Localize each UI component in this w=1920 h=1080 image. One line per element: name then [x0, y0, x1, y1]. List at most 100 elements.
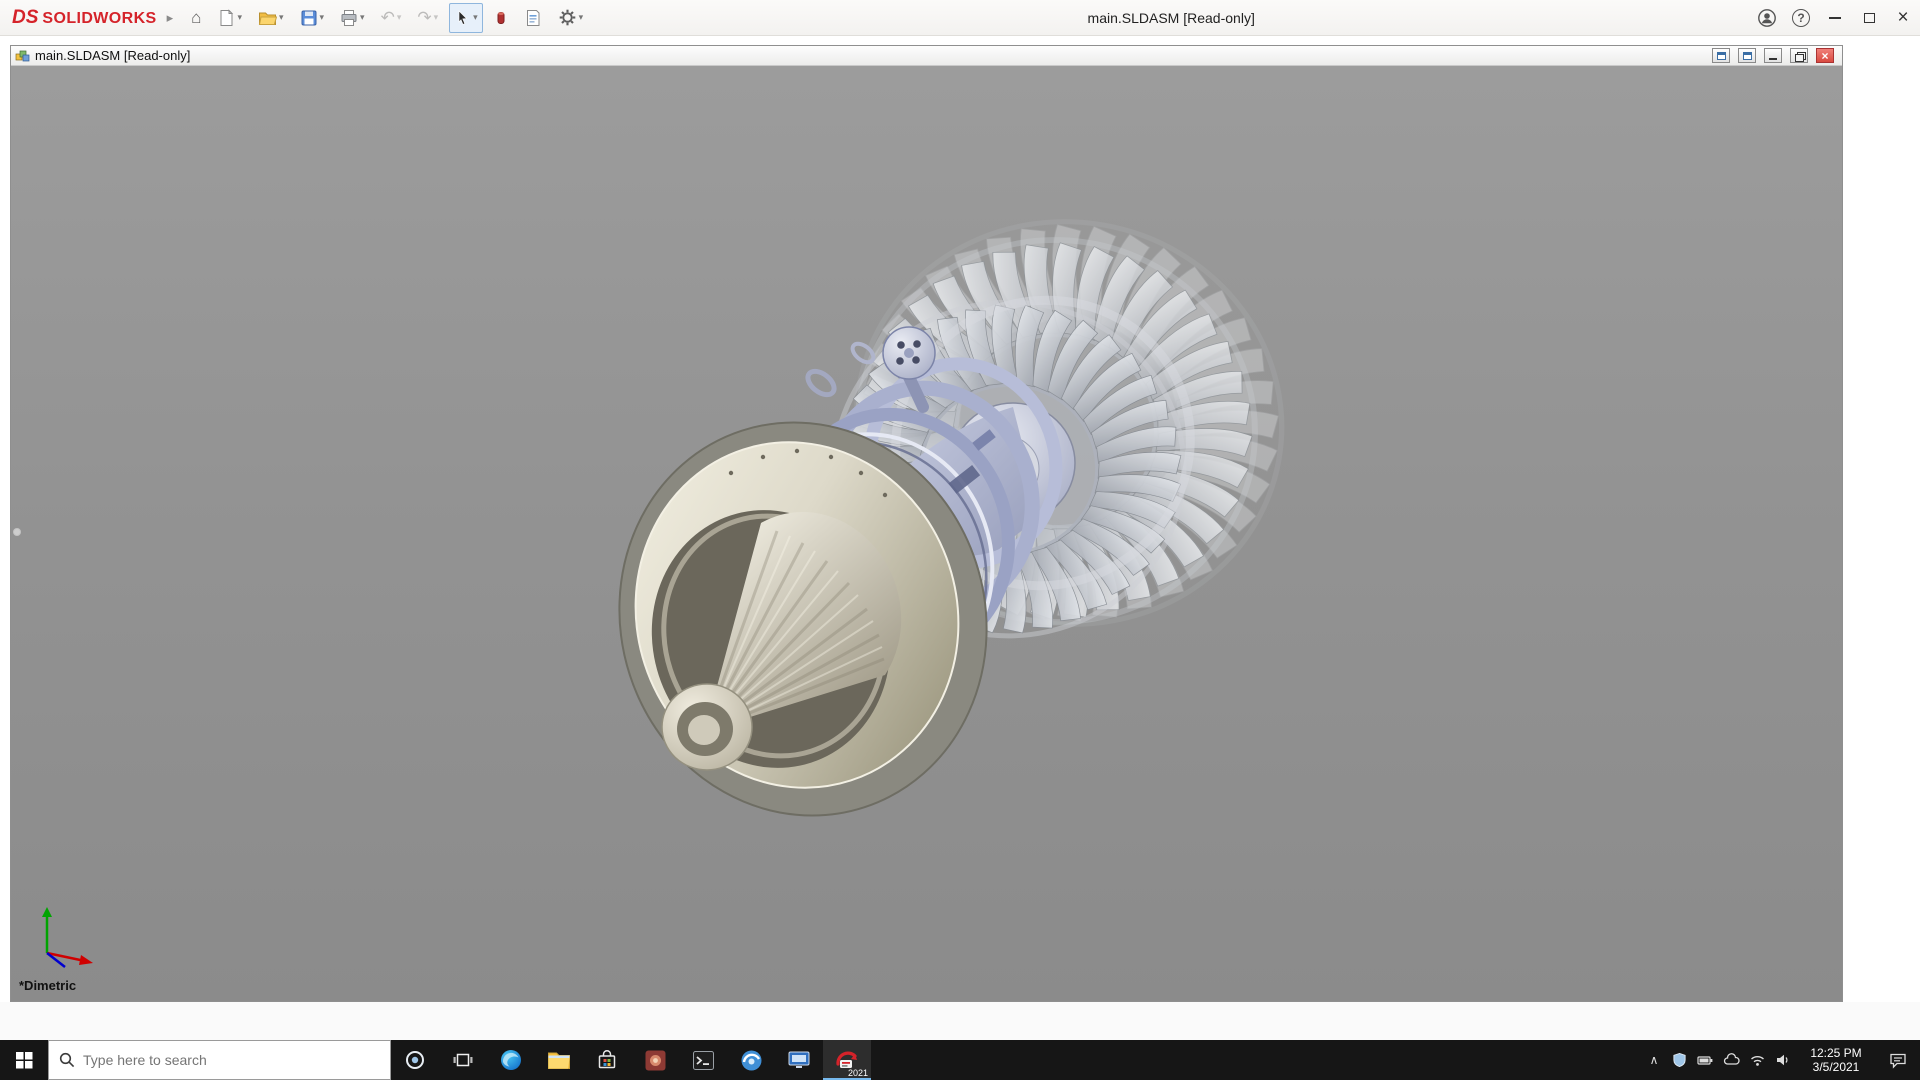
- doc-minimize-button[interactable]: [1764, 48, 1782, 63]
- search-icon: [59, 1052, 75, 1068]
- logo-mark: DS: [12, 6, 39, 28]
- clock-time: 12:25 PM: [1810, 1046, 1862, 1060]
- menu-expander-icon[interactable]: ▸: [163, 10, 184, 26]
- taskbar-app-terminal[interactable]: [679, 1040, 727, 1080]
- open-folder-icon: [258, 12, 277, 25]
- search-input[interactable]: [83, 1052, 380, 1068]
- maximize-button[interactable]: [1852, 0, 1886, 36]
- document-window-controls: ×: [1712, 48, 1838, 63]
- tile-view-button[interactable]: [1738, 48, 1756, 63]
- edge-browser-icon: [501, 1050, 521, 1070]
- solidworks-logo: DS SOLIDWORKS: [0, 7, 163, 29]
- print-button[interactable]: ▾: [335, 3, 370, 33]
- close-icon: ×: [1897, 7, 1909, 28]
- account-button[interactable]: [1750, 0, 1784, 36]
- select-tool-button[interactable]: ▾: [449, 2, 483, 33]
- system-tray: ∧ 12:25 PM 3/5/2021: [1642, 1040, 1920, 1080]
- document-window: main.SLDASM [Read-only] × *Dimetric: [10, 45, 1843, 1002]
- status-bar: [0, 1002, 1920, 1040]
- dropdown-caret-icon[interactable]: ▾: [237, 12, 242, 23]
- taskbar-search[interactable]: [48, 1040, 391, 1080]
- lifting-hook: [805, 368, 837, 398]
- graphics-viewport[interactable]: *Dimetric: [11, 66, 1842, 1001]
- titlebar-right-controls: ? ×: [1750, 0, 1920, 36]
- redo-icon: ↷: [417, 8, 432, 27]
- account-icon: [1758, 9, 1776, 27]
- taskbar-app-photos[interactable]: [631, 1040, 679, 1080]
- feature-manager-collapsed-tab[interactable]: [13, 528, 21, 536]
- windows-taskbar: 2021 ∧: [0, 1040, 1920, 1080]
- tray-battery-button[interactable]: [1692, 1040, 1718, 1080]
- task-view-button[interactable]: [439, 1040, 487, 1080]
- terminal-icon: [692, 1050, 714, 1070]
- store-icon: [598, 1049, 616, 1069]
- minimize-button[interactable]: [1818, 0, 1852, 36]
- tray-overflow-chevron[interactable]: ∧: [1642, 1053, 1666, 1067]
- new-document-icon: [220, 8, 234, 26]
- tray-network-button[interactable]: [1744, 1040, 1770, 1080]
- engine-3d-model[interactable]: [611, 211, 1291, 841]
- cloud-icon: [1723, 1053, 1740, 1065]
- task-view-icon: [453, 1053, 473, 1067]
- doc-restore-button[interactable]: [1790, 48, 1808, 63]
- app-titlebar: DS SOLIDWORKS ▸ ⌂ ▾ ▾ ▾ ▾ ↶ ▾ ↷ ▾ ▾ ▾ ma…: [0, 0, 1920, 36]
- dropdown-caret-icon[interactable]: ▾: [360, 12, 365, 23]
- taskbar-app-display[interactable]: [775, 1040, 823, 1080]
- select-cursor-icon: [458, 9, 468, 25]
- dropdown-caret-icon[interactable]: ▾: [473, 12, 478, 23]
- view-orientation-label: *Dimetric: [19, 978, 77, 993]
- save-icon: [301, 10, 316, 25]
- taskbar-app-browser[interactable]: [487, 1040, 535, 1080]
- logo-text: SOLIDWORKS: [42, 9, 157, 27]
- action-center-icon: [1890, 1053, 1906, 1069]
- start-button[interactable]: [0, 1040, 48, 1080]
- new-document-button[interactable]: ▾: [212, 3, 247, 33]
- assembly-icon: [15, 50, 30, 61]
- options-button[interactable]: ▾: [553, 3, 589, 33]
- doc-close-icon: ×: [1821, 48, 1829, 63]
- tray-defender-button[interactable]: [1666, 1040, 1692, 1080]
- document-title: main.SLDASM [Read-only]: [35, 48, 191, 63]
- display-app-icon: [788, 1051, 810, 1068]
- doc-close-button[interactable]: ×: [1816, 48, 1834, 63]
- split-view-button[interactable]: [1712, 48, 1730, 63]
- taskbar-app-file-explorer[interactable]: [535, 1040, 583, 1080]
- gear-icon: [559, 9, 575, 26]
- minimize-icon: [1829, 17, 1841, 19]
- tray-volume-button[interactable]: [1770, 1040, 1796, 1080]
- split-view-icon: [1716, 51, 1726, 60]
- undo-button[interactable]: ↶ ▾: [376, 3, 407, 33]
- taskbar-app-store[interactable]: [583, 1040, 631, 1080]
- save-button[interactable]: ▾: [295, 3, 330, 33]
- photos-app-icon: [645, 1050, 665, 1070]
- redo-button[interactable]: ↷ ▾: [412, 3, 443, 33]
- close-button[interactable]: ×: [1886, 0, 1920, 36]
- file-explorer-icon: [548, 1052, 570, 1069]
- document-titlebar[interactable]: main.SLDASM [Read-only] ×: [11, 46, 1842, 66]
- tray-onedrive-button[interactable]: [1718, 1040, 1744, 1080]
- cortana-button[interactable]: [391, 1040, 439, 1080]
- doc-minimize-icon: [1769, 58, 1777, 60]
- taskbar-app-viewer[interactable]: [727, 1040, 775, 1080]
- open-button[interactable]: ▾: [253, 3, 289, 33]
- action-center-button[interactable]: [1876, 1052, 1920, 1069]
- doc-restore-icon: [1794, 51, 1806, 62]
- home-button[interactable]: ⌂: [186, 3, 206, 33]
- taskbar-app-solidworks[interactable]: 2021: [823, 1040, 871, 1080]
- taskbar-clock[interactable]: 12:25 PM 3/5/2021: [1796, 1046, 1876, 1074]
- help-button[interactable]: ?: [1784, 0, 1818, 36]
- component-tool-button[interactable]: [489, 3, 513, 33]
- component-cylinder-icon: [497, 11, 505, 24]
- file-properties-button[interactable]: [519, 3, 547, 33]
- quick-access-toolbar: ⌂ ▾ ▾ ▾ ▾ ↶ ▾ ↷ ▾ ▾ ▾: [183, 0, 591, 36]
- solidworks-year-badge: 2021: [847, 1068, 868, 1078]
- dropdown-caret-icon[interactable]: ▾: [320, 12, 325, 23]
- windows-start-icon: [15, 1051, 32, 1068]
- maximize-icon: [1863, 13, 1875, 23]
- orientation-triad: [42, 907, 93, 968]
- dropdown-caret-icon[interactable]: ▾: [579, 12, 584, 23]
- print-icon: [341, 9, 357, 26]
- clock-date: 3/5/2021: [1812, 1060, 1860, 1074]
- dropdown-caret-icon[interactable]: ▾: [279, 12, 284, 23]
- undo-icon: ↶: [380, 8, 395, 27]
